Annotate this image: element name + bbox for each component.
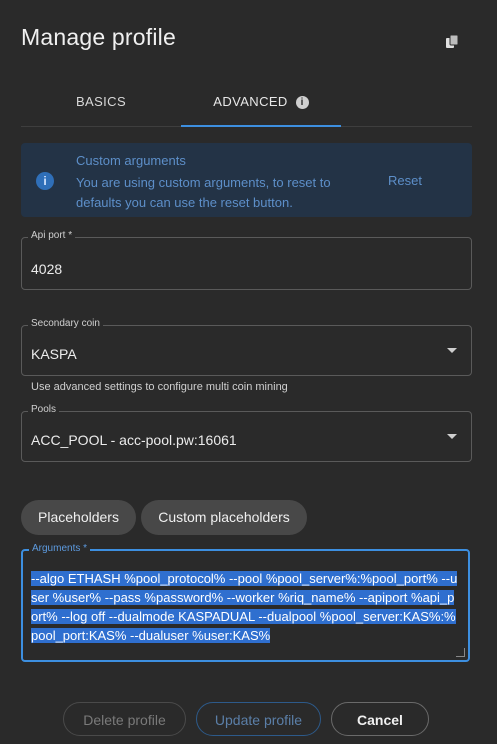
tab-bar: BASICS ADVANCED i (21, 84, 472, 127)
arguments-label: Arguments * (29, 543, 91, 554)
secondary-coin-label: Secondary coin (28, 318, 103, 329)
chevron-down-icon (447, 348, 457, 353)
tab-advanced-label: ADVANCED (213, 94, 288, 109)
copy-icon[interactable] (444, 34, 460, 50)
arguments-selected-text: --algo ETHASH %pool_protocol% --pool %po… (31, 571, 458, 643)
custom-placeholders-button[interactable]: Custom placeholders (141, 500, 307, 535)
tab-advanced[interactable]: ADVANCED i (181, 84, 341, 127)
update-profile-button[interactable]: Update profile (196, 702, 321, 736)
active-tab-indicator (181, 125, 341, 127)
delete-profile-button[interactable]: Delete profile (63, 702, 186, 736)
alert-text: You are using custom arguments, to reset… (76, 175, 331, 210)
api-port-value: 4028 (31, 261, 63, 277)
dialog-title: Manage profile (21, 24, 176, 50)
arguments-value: --algo ETHASH %pool_protocol% --pool %po… (31, 569, 459, 645)
secondary-coin-helper: Use advanced settings to configure multi… (31, 381, 288, 393)
placeholders-button[interactable]: Placeholders (21, 500, 136, 535)
api-port-field[interactable]: Api port * 4028 (21, 230, 472, 290)
secondary-coin-select[interactable]: Secondary coin KASPA (21, 318, 472, 376)
reset-button[interactable]: Reset (388, 173, 422, 188)
info-icon: i (295, 96, 309, 109)
arguments-textarea[interactable]: Arguments * --algo ETHASH %pool_protocol… (21, 543, 470, 662)
alert-title: Custom arguments (76, 153, 186, 168)
chevron-down-icon (447, 434, 457, 439)
secondary-coin-value: KASPA (31, 346, 77, 362)
tab-basics-label: BASICS (75, 94, 127, 109)
pools-select[interactable]: Pools ACC_POOL - acc-pool.pw:16061 (21, 404, 472, 462)
custom-arguments-alert: i Custom arguments You are using custom … (21, 143, 472, 217)
resize-handle[interactable] (456, 648, 465, 657)
api-port-label: Api port * (28, 230, 76, 241)
pools-value: ACC_POOL - acc-pool.pw:16061 (31, 432, 237, 448)
pools-label: Pools (28, 404, 60, 415)
tab-basics[interactable]: BASICS (21, 84, 181, 126)
info-circle-icon: i (36, 172, 54, 190)
cancel-button[interactable]: Cancel (331, 702, 429, 736)
